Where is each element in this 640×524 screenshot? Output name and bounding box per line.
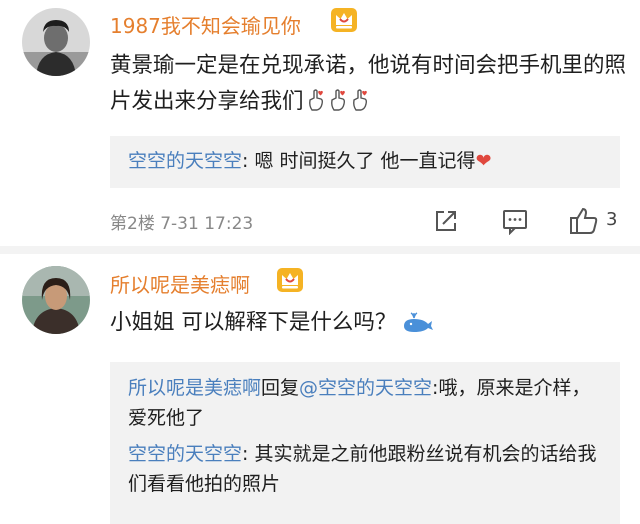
hand-heart-icon bbox=[308, 89, 323, 111]
floor-number: 第2楼 bbox=[110, 214, 155, 234]
reply-username[interactable]: 空空的天空空 bbox=[128, 443, 242, 465]
share-icon[interactable] bbox=[432, 207, 460, 235]
hand-heart-icon bbox=[352, 89, 367, 111]
reply-separator: : bbox=[242, 443, 255, 465]
crown-vip-icon[interactable] bbox=[276, 267, 304, 293]
avatar[interactable] bbox=[22, 266, 90, 334]
reply-mention[interactable]: @空空的天空空 bbox=[299, 377, 432, 399]
comment-icon[interactable] bbox=[501, 207, 529, 235]
heart-icon: ❤ bbox=[475, 150, 492, 172]
timestamp: 7-31 17:23 bbox=[160, 214, 254, 234]
reply-item: 所以呢是美痣啊回复@空空的天空空:哦，原来是介样，爱死他了 bbox=[128, 373, 602, 433]
comment-card: 1987我不知会瑜见你 黄景瑜一定是在兑现承诺，他说有时间会把手机里的照片发出来… bbox=[0, 0, 640, 246]
reply-box[interactable]: 空空的天空空: 嗯 时间挺久了 他一直记得❤ bbox=[110, 136, 620, 188]
comment-meta: 第2楼 7-31 17:23 3 bbox=[110, 207, 630, 237]
whale-icon bbox=[404, 312, 434, 332]
comment-text: 黄景瑜一定是在兑现承诺，他说有时间会把手机里的照片发出来分享给我们 bbox=[110, 48, 630, 120]
avatar[interactable] bbox=[22, 8, 90, 76]
floor-time: 第2楼 7-31 17:23 bbox=[110, 209, 253, 234]
hand-heart-icon bbox=[330, 89, 345, 111]
reply-item: 空空的天空空: 嗯 时间挺久了 他一直记得❤ bbox=[128, 146, 602, 176]
reply-username[interactable]: 空空的天空空 bbox=[128, 150, 242, 172]
comment-text: 小姐姐 可以解释下是什么吗？ bbox=[110, 305, 630, 341]
crown-vip-icon[interactable] bbox=[330, 7, 358, 33]
comment-card: 所以呢是美痣啊 小姐姐 可以解释下是什么吗？ 所以呢是美痣啊回复@空空的天空空:… bbox=[0, 254, 640, 524]
reply-keyword: 回复 bbox=[261, 377, 300, 399]
reply-box[interactable]: 所以呢是美痣啊回复@空空的天空空:哦，原来是介样，爱死他了 空空的天空空: 其实… bbox=[110, 362, 620, 524]
reply-username[interactable]: 所以呢是美痣啊 bbox=[128, 377, 261, 399]
comment-text-body: 小姐姐 可以解释下是什么吗？ bbox=[110, 310, 397, 335]
reply-text: 嗯 时间挺久了 他一直记得 bbox=[254, 150, 476, 172]
username[interactable]: 所以呢是美痣啊 bbox=[110, 269, 250, 298]
like-count: 3 bbox=[606, 209, 618, 230]
reply-separator: : bbox=[242, 150, 255, 172]
username[interactable]: 1987我不知会瑜见你 bbox=[110, 10, 301, 39]
divider bbox=[0, 246, 640, 254]
thumbs-up-icon[interactable] bbox=[568, 205, 600, 237]
reply-item: 空空的天空空: 其实就是之前他跟粉丝说有机会的话给我们看看他拍的照片 bbox=[128, 439, 602, 499]
